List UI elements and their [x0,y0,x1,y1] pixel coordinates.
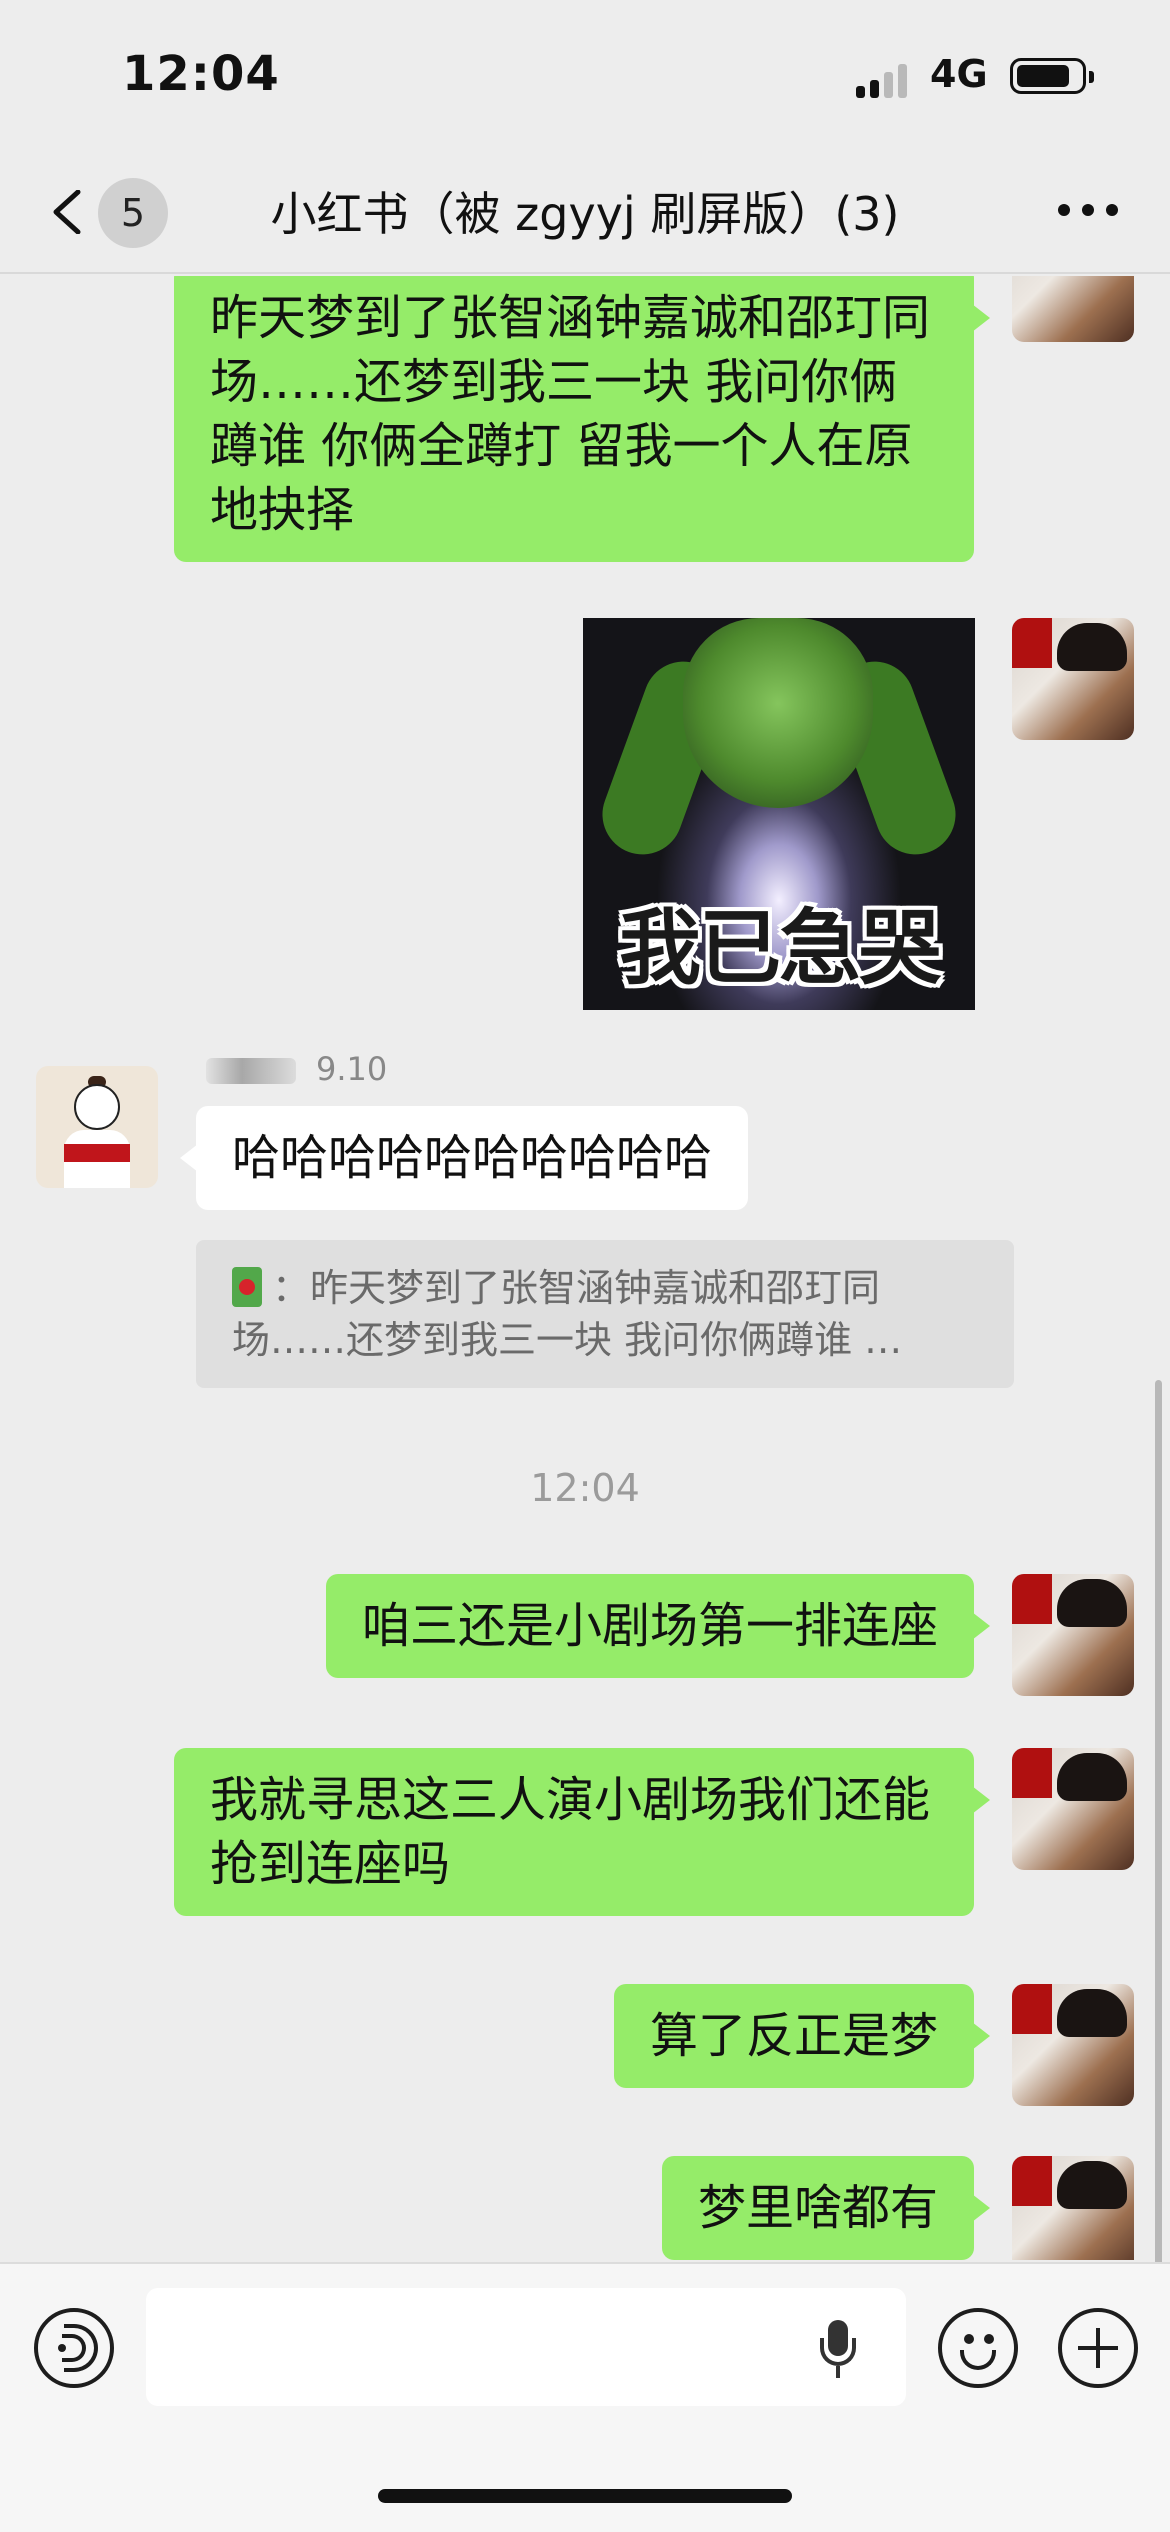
my-avatar[interactable] [1012,1984,1134,2106]
signal-strength-icon [856,62,912,98]
sticker-caption: 我已急哭 [618,901,941,996]
chevron-left-icon [53,190,81,234]
juice-box-emoji-icon [232,1267,262,1307]
message-bubble[interactable]: 梦里啥都有 [661,2156,991,2260]
friend-avatar[interactable] [36,1066,158,1188]
my-avatar[interactable] [1012,1748,1134,1870]
home-indicator[interactable] [378,2489,792,2503]
message-bubble[interactable]: 算了反正是梦 [613,1984,991,2088]
back-button[interactable]: 5 [40,178,190,248]
message-bubble[interactable]: 昨天梦到了张智涵钟嘉诚和邵玎同场……还梦到我三一块 我问你俩蹲谁 你俩全蹲打 留… [174,276,990,562]
message-bubble[interactable]: 咱三还是小剧场第一排连座 [325,1574,991,1678]
message-list[interactable]: 昨天梦到了张智涵钟嘉诚和邵玎同场……还梦到我三一块 我问你俩蹲谁 你俩全蹲打 留… [0,276,1170,2260]
status-time: 12:04 [122,46,280,102]
network-type: 4G [930,52,988,96]
status-bar: 12:04 4G [0,0,1170,150]
quoted-message[interactable]: ：昨天梦到了张智涵钟嘉诚和邵玎同场……还梦到我三一块 我问你俩蹲谁 … [196,1240,1014,1388]
more-options-button[interactable] [1058,190,1118,230]
chat-header: 5 小红书（被 zgyyj 刷屏版）(3) [0,150,1170,274]
unread-count-badge: 5 [98,178,168,248]
my-avatar[interactable] [1012,276,1134,342]
message-timestamp: 12:04 [530,1466,640,1510]
battery-icon [1010,58,1094,94]
my-avatar[interactable] [1012,1574,1134,1696]
emoji-button[interactable] [938,2308,1018,2388]
input-bar [0,2262,1170,2532]
microphone-icon[interactable] [816,2320,860,2380]
message-bubble[interactable]: 我就寻思这三人演小剧场我们还能抢到连座吗 [174,1748,990,1916]
chat-title: 小红书（被 zgyyj 刷屏版）(3) [270,187,900,241]
voice-mode-button[interactable] [34,2308,114,2388]
sticker-image[interactable]: 我已急哭 [583,618,975,1010]
message-bubble[interactable]: 哈哈哈哈哈哈哈哈哈哈 [179,1106,749,1210]
sender-name-blurred [206,1058,296,1084]
my-avatar[interactable] [1012,618,1134,740]
sender-name: 9.10 [206,1050,387,1088]
more-functions-button[interactable] [1058,2308,1138,2388]
my-avatar[interactable] [1012,2156,1134,2260]
message-input[interactable] [146,2288,906,2406]
emoji-icon [960,2350,996,2370]
